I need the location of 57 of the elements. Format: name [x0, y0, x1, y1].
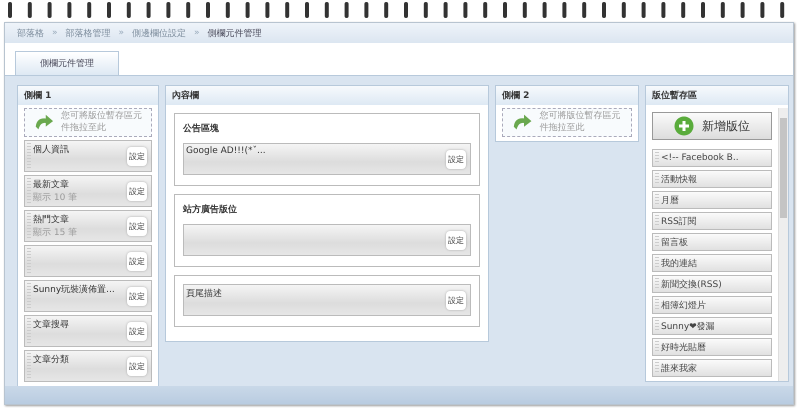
widget-item[interactable]: 個人資訊 設定	[24, 140, 152, 172]
add-widget-button[interactable]: 新增版位	[652, 112, 772, 140]
widget-title: 熱門文章	[33, 214, 70, 226]
widget-title: Google AD!!!(*ˇ...	[186, 146, 267, 156]
stored-widget-item[interactable]: 誰來我家	[652, 359, 772, 377]
drop-hint: 您可將版位暫存區元件拖拉至此	[60, 111, 143, 134]
breadcrumb-separator: »	[118, 28, 124, 38]
panel-title: 側欄 2	[496, 86, 638, 105]
widget-title: 頁尾描述	[186, 288, 223, 300]
stored-widget-item[interactable]: 新聞交換(RSS)	[652, 275, 772, 293]
stored-widget-item[interactable]: 留言板	[652, 233, 772, 251]
panel-title: 內容欄	[166, 86, 488, 105]
widget-item[interactable]: Google AD!!!(*ˇ... 設定	[183, 143, 471, 175]
widget-title: 個人資訊	[33, 144, 70, 156]
widget-title: 文章分類	[33, 354, 70, 366]
stored-widget-item[interactable]: 活動快報	[652, 170, 772, 188]
scrollbar[interactable]	[778, 108, 788, 381]
widget-item[interactable]: Sunny玩裝潢佈置... 設定	[24, 280, 152, 312]
settings-button[interactable]: 設定	[446, 230, 466, 250]
stored-widget-item[interactable]: 相簿幻燈片	[652, 296, 772, 314]
block-title: 站方廣告版位	[183, 203, 238, 216]
widget-item[interactable]: 設定	[24, 245, 152, 278]
stored-widget-item[interactable]: RSS訂閱	[652, 212, 772, 230]
stored-widget-item[interactable]: <!-- Facebook B..	[652, 149, 772, 167]
widget-item[interactable]: 文章分類 設定	[24, 350, 152, 382]
widget-item[interactable]: 最新文章 顯示 10 筆 設定	[24, 175, 152, 208]
settings-button[interactable]: 設定	[446, 290, 466, 310]
stored-widget-item[interactable]: Sunny❤發漏	[652, 317, 772, 335]
widget-title: 最新文章	[33, 178, 70, 192]
widget-item[interactable]: 熱門文章 顯示 15 筆 設定	[24, 210, 152, 242]
plus-icon	[674, 116, 694, 136]
settings-button[interactable]: 設定	[127, 322, 147, 341]
settings-button[interactable]: 設定	[127, 146, 147, 166]
settings-button[interactable]: 設定	[127, 286, 147, 306]
widget-title: 文章搜尋	[33, 318, 70, 332]
drop-hint: 您可將版位暫存區元件拖拉至此	[539, 111, 622, 134]
widget-item[interactable]: 文章搜尋 設定	[24, 315, 152, 348]
widget-item[interactable]: 設定	[183, 224, 471, 256]
panel-title: 側欄 1	[18, 86, 158, 105]
settings-button[interactable]: 設定	[127, 356, 147, 376]
settings-button[interactable]: 設定	[446, 150, 466, 168]
stored-widget-item[interactable]: 好時光貼曆	[652, 338, 772, 356]
tab[interactable]: 側欄元件管理	[15, 51, 119, 75]
block-title: 公告區塊	[183, 122, 220, 135]
settings-button[interactable]: 設定	[127, 216, 147, 236]
stored-widget-item[interactable]: 月曆	[652, 191, 772, 209]
breadcrumb-separator: »	[194, 28, 200, 38]
widget-item[interactable]: 頁尾描述 設定	[183, 284, 471, 316]
widget-title: Sunny玩裝潢佈置...	[33, 284, 116, 296]
panel-title: 版位暫存區	[646, 86, 788, 105]
settings-button[interactable]: 設定	[127, 252, 147, 271]
widget-subtitle: 顯示 10 筆	[33, 192, 78, 204]
widget-subtitle: 顯示 15 筆	[33, 226, 78, 240]
settings-button[interactable]: 設定	[127, 182, 147, 201]
breadcrumb-separator: »	[52, 28, 58, 38]
breadcrumb-link[interactable]: 側欄元件管理	[208, 26, 262, 40]
stored-widget-item[interactable]: 我的連結	[652, 254, 772, 272]
